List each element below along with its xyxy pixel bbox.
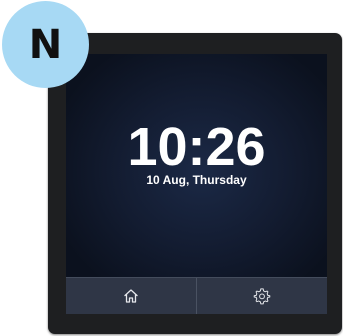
brand-letter: N [28,21,63,68]
settings-button[interactable] [196,278,327,314]
clock-time: 10:26 [127,117,266,177]
home-icon [123,288,139,304]
brand-badge: N [2,1,89,88]
home-button[interactable] [66,278,196,314]
bottom-bar [66,277,327,314]
screen: 10:26 10 Aug, Thursday [66,54,327,314]
clock-date: 10 Aug, Thursday [146,173,247,187]
gear-icon [253,287,271,305]
